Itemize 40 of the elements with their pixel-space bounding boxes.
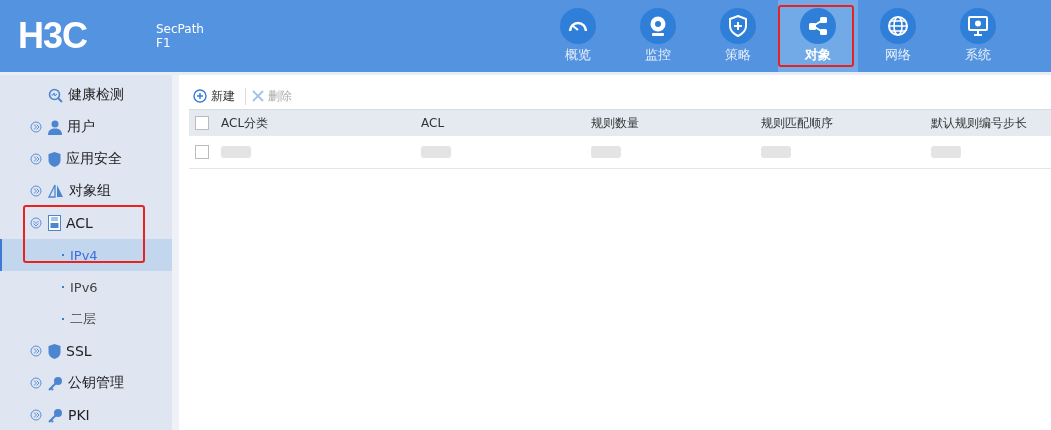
shield-icon: [48, 151, 61, 167]
product-name: SecPath: [156, 22, 204, 36]
column-header: 规则匹配顺序: [761, 114, 834, 132]
column-header: 规则数量: [591, 114, 640, 132]
logo: H3C: [18, 15, 89, 57]
share-icon: [808, 16, 828, 36]
blurred-cell: [221, 145, 251, 158]
blurred-cell: [591, 145, 621, 158]
checkbox[interactable]: [195, 116, 209, 130]
user-icon: [48, 119, 62, 135]
sidebar-item[interactable]: 应用安全: [0, 143, 172, 175]
row-checkbox[interactable]: [195, 145, 209, 159]
new-button[interactable]: 新建: [193, 87, 235, 105]
close-icon: [252, 90, 264, 102]
sidebar-item[interactable]: ACL: [0, 207, 172, 239]
sidebar-item[interactable]: 健康检测: [0, 79, 172, 111]
sidebar-subitem[interactable]: 二层: [0, 303, 172, 335]
sidebar-item[interactable]: 用户: [0, 111, 172, 143]
shield-plus-icon: [729, 15, 747, 37]
document-icon: [48, 215, 61, 231]
sidebar-item[interactable]: SSL: [0, 335, 172, 367]
globe-icon: [887, 15, 909, 37]
blurred-cell: [931, 145, 961, 158]
key-icon: [48, 375, 63, 391]
sidebar-item[interactable]: 对象组: [0, 175, 172, 207]
search-icon: [48, 87, 63, 103]
column-header: ACL分类: [221, 114, 270, 132]
webcam-icon: [648, 15, 668, 37]
column-header: ACL: [421, 116, 446, 130]
key-icon: [48, 407, 63, 423]
shield-icon: [48, 343, 61, 359]
sidebar-item[interactable]: PKI: [0, 399, 172, 430]
blurred-cell: [761, 145, 791, 158]
plus-icon: [193, 89, 207, 103]
model-name: F1: [156, 36, 172, 50]
sidebar-subitem[interactable]: IPv6: [0, 271, 172, 303]
column-header: 默认规则编号步长: [931, 114, 1028, 132]
blurred-cell: [421, 145, 451, 158]
sidebar-item[interactable]: 公钥管理: [0, 367, 172, 399]
triangles-icon: [48, 184, 64, 198]
